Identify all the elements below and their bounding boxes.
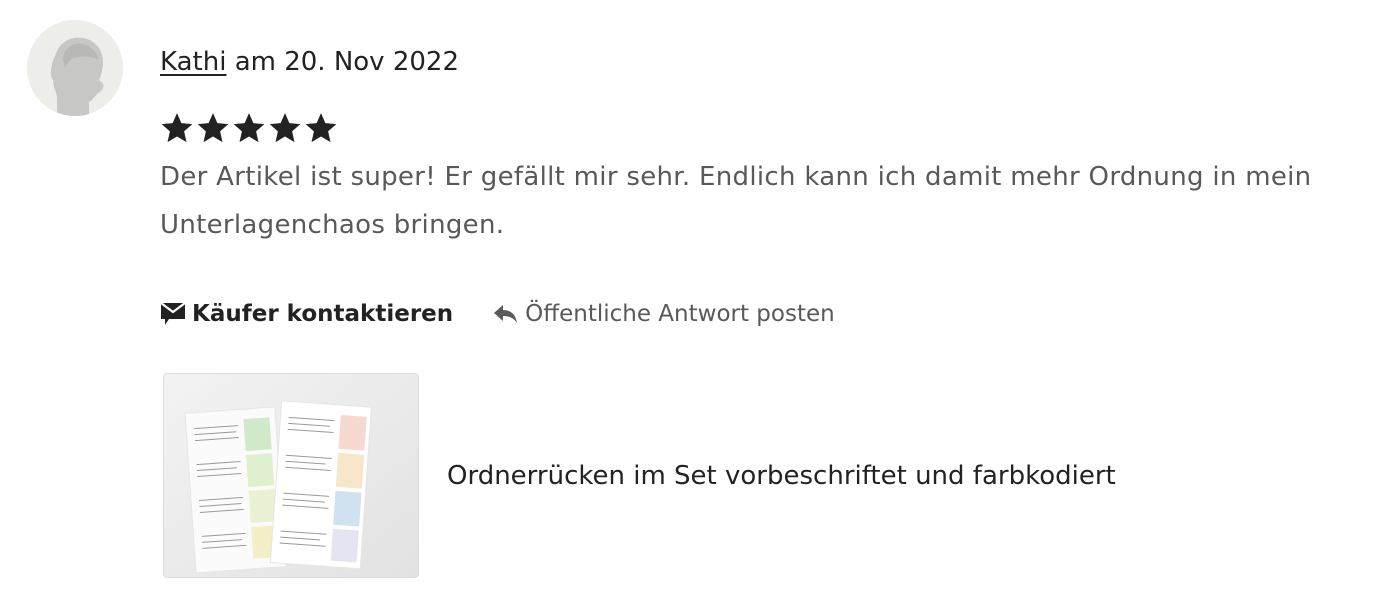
review-meta: Kathi am 20. Nov 2022 [160, 44, 459, 80]
reviewer-name-link[interactable]: Kathi [160, 47, 226, 77]
public-reply-label: Öffentliche Antwort posten [525, 301, 835, 327]
listing-thumbnail[interactable] [163, 373, 419, 578]
review-text: Der Artikel ist super! Er gefällt mir se… [160, 162, 1312, 240]
user-avatar [27, 20, 123, 116]
contact-buyer-label: Käufer kontaktieren [192, 301, 454, 327]
review-actions: Käufer kontaktieren Öffentliche Antwort … [160, 296, 835, 332]
star-icon [305, 113, 337, 143]
star-icon [233, 113, 265, 143]
listing-image [164, 374, 418, 577]
star-rating [160, 111, 338, 145]
envelope-icon [160, 302, 186, 325]
star-icon [197, 113, 229, 143]
default-avatar-icon [27, 20, 123, 116]
public-reply-button[interactable]: Öffentliche Antwort posten [493, 301, 835, 327]
purchased-listing: Ordnerrücken im Set vorbeschriftet und f… [163, 373, 1116, 578]
listing-title-link[interactable]: Ordnerrücken im Set vorbeschriftet und f… [447, 461, 1116, 491]
contact-buyer-button[interactable]: Käufer kontaktieren [160, 301, 453, 327]
star-icon [269, 113, 301, 143]
star-icon [161, 113, 193, 143]
review-date: am 20. Nov 2022 [234, 47, 460, 77]
reply-arrow-icon [494, 305, 518, 323]
review-card: Kathi am 20. Nov 2022 Der Artikel ist su… [0, 0, 1380, 610]
